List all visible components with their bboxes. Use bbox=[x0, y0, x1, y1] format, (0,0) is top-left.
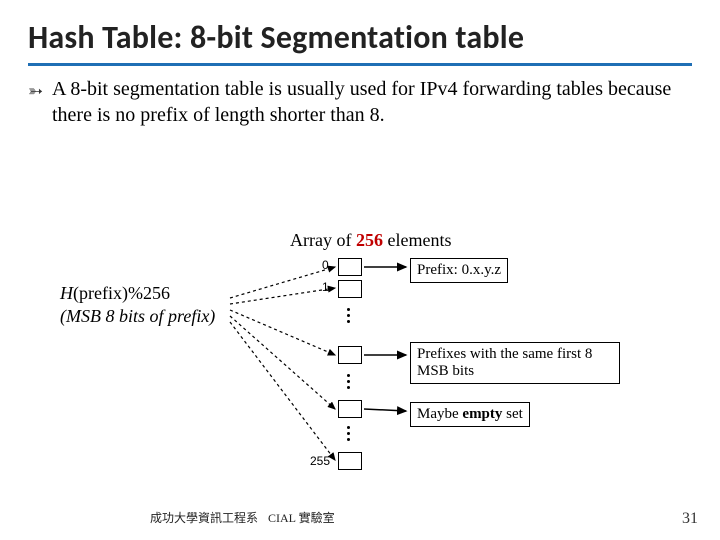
array-column bbox=[338, 400, 366, 422]
array-title: Array of 256 elements bbox=[290, 230, 451, 251]
hash-H: H bbox=[60, 283, 73, 303]
footer-dept: 成功大學資訊工程系 bbox=[150, 511, 258, 525]
array-title-post: elements bbox=[383, 230, 451, 250]
dashed-arrow-icon bbox=[230, 288, 335, 304]
callout-empty-post: set bbox=[502, 406, 522, 422]
hash-function-label: H(prefix)%256 (MSB 8 bits of prefix) bbox=[60, 282, 215, 327]
callout-empty-bold: empty bbox=[462, 406, 502, 422]
dashed-arrow-icon bbox=[230, 310, 335, 355]
array-column bbox=[338, 346, 366, 368]
body-paragraph: A 8-bit segmentation table is usually us… bbox=[52, 78, 671, 126]
body-text: ➳ A 8-bit segmentation table is usually … bbox=[28, 76, 692, 128]
ellipsis-icon bbox=[346, 374, 350, 389]
array-cell bbox=[338, 452, 362, 470]
slide-title: Hash Table: 8-bit Segmentation table bbox=[28, 18, 692, 66]
callout-empty-set: Maybe empty set bbox=[410, 402, 530, 427]
slide: Hash Table: 8-bit Segmentation table ➳ A… bbox=[0, 0, 720, 540]
dashed-arrow-icon bbox=[230, 267, 335, 298]
dashed-arrow-icon bbox=[230, 316, 335, 409]
array-cell bbox=[338, 258, 362, 276]
bullet-icon: ➳ bbox=[28, 80, 43, 103]
callout-same-prefix: Prefixes with the same first 8 MSB bits bbox=[410, 342, 620, 384]
array-title-count: 256 bbox=[356, 230, 383, 250]
array-title-pre: Array of bbox=[290, 230, 356, 250]
callout-empty-pre: Maybe bbox=[417, 406, 462, 422]
dashed-arrow-icon bbox=[230, 322, 335, 460]
array-column bbox=[338, 258, 366, 302]
callout-prefix-0: Prefix: 0.x.y.z bbox=[410, 258, 508, 283]
arrow-icon bbox=[364, 409, 406, 411]
diagram: Array of 256 elements H(prefix)%256 (MSB… bbox=[60, 230, 660, 500]
array-cell bbox=[338, 400, 362, 418]
ellipsis-icon bbox=[346, 308, 350, 323]
index-1: 1 bbox=[322, 280, 329, 294]
ellipsis-icon bbox=[346, 426, 350, 441]
footer: 成功大學資訊工程系 CIAL 實驗室 bbox=[150, 509, 335, 526]
hash-mod: %256 bbox=[128, 283, 170, 303]
index-255: 255 bbox=[310, 454, 330, 468]
array-cell bbox=[338, 346, 362, 364]
array-cell bbox=[338, 280, 362, 298]
page-number: 31 bbox=[682, 510, 698, 528]
footer-lab: CIAL 實驗室 bbox=[268, 511, 335, 525]
hash-paren: (prefix) bbox=[73, 283, 128, 303]
hash-line2: (MSB 8 bits of prefix) bbox=[60, 306, 215, 326]
array-column bbox=[338, 452, 366, 474]
index-0: 0 bbox=[322, 258, 329, 272]
